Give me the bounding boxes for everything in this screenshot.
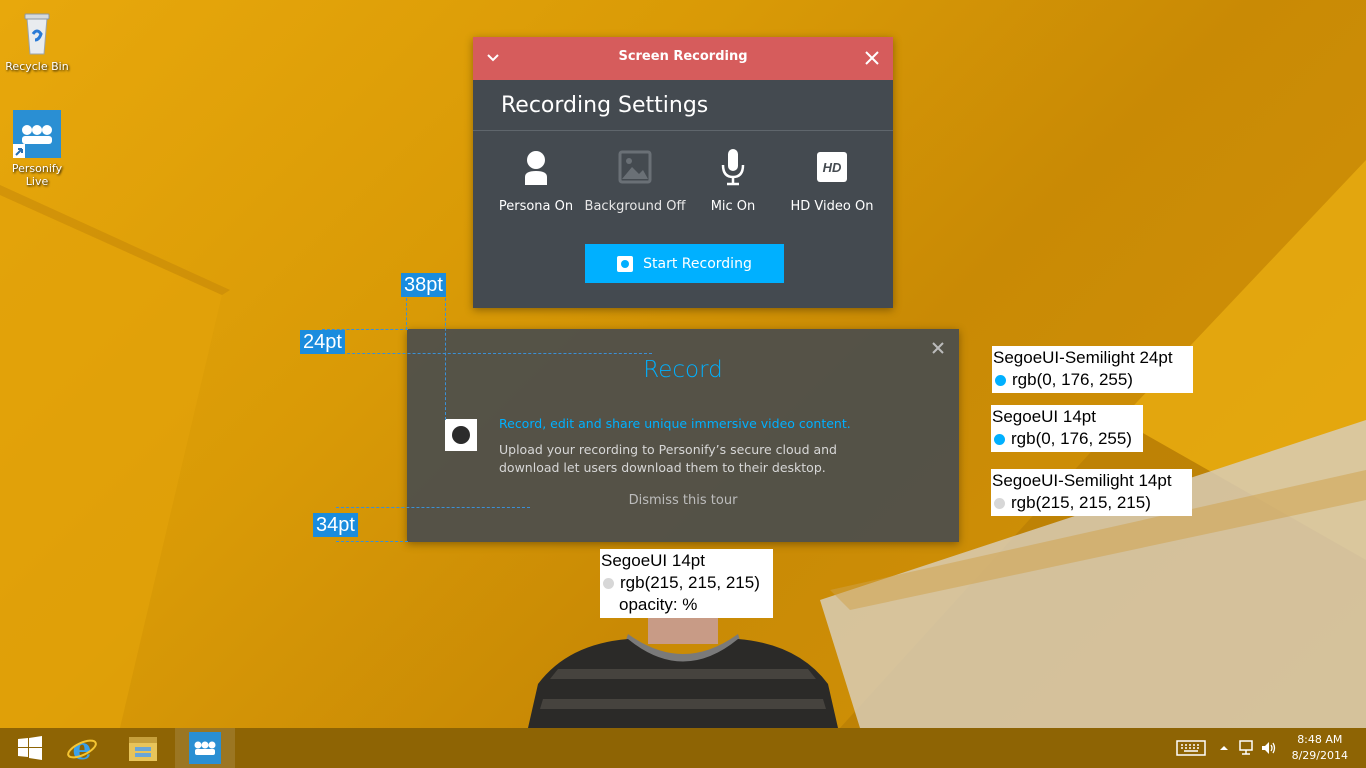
- divider: [473, 130, 893, 131]
- persona-label: Persona On: [498, 199, 574, 214]
- svg-text:e: e: [72, 732, 91, 764]
- record-icon: [445, 419, 477, 451]
- recycle-bin-shortcut[interactable]: Recycle Bin: [5, 8, 69, 73]
- personify-live-icon: [13, 110, 61, 158]
- color-swatch: [994, 433, 1005, 445]
- persona-video-preview: [528, 614, 838, 728]
- measurement-label: 34pt: [313, 513, 358, 537]
- hd-icon-text: HD: [823, 160, 842, 175]
- spec-note-font: SegoeUI-Semilight 14pt: [992, 471, 1172, 490]
- spec-guide-line: [445, 298, 446, 420]
- recycle-bin-label: Recycle Bin: [5, 60, 69, 73]
- spec-note-color: rgb(215, 215, 215): [620, 573, 760, 592]
- hd-video-toggle[interactable]: HD HD Video On: [777, 147, 887, 214]
- dismiss-tour-link[interactable]: Dismiss this tour: [407, 493, 959, 508]
- panel-title: Screen Recording: [618, 49, 748, 64]
- spec-note-opacity: opacity: %: [619, 595, 698, 614]
- spec-note-font: SegoeUI 14pt: [992, 407, 1096, 426]
- spec-guide-line: [322, 353, 652, 354]
- keyboard-icon[interactable]: [1176, 739, 1206, 757]
- spec-guide-line: [406, 298, 407, 330]
- mic-label: Mic On: [710, 199, 756, 214]
- tour-lead-text: Record, edit and share unique immersive …: [499, 416, 851, 431]
- recording-settings-title: Recording Settings: [501, 93, 709, 118]
- file-explorer-button[interactable]: [113, 728, 173, 768]
- color-swatch: [995, 374, 1006, 386]
- screen-recording-panel: Screen Recording Recording Settings Pers…: [473, 37, 893, 308]
- start-recording-label: Start Recording: [643, 255, 752, 272]
- spec-note: SegoeUI 14pt rgb(215, 215, 215) opacity:…: [600, 549, 773, 618]
- persona-icon: [525, 151, 547, 185]
- close-icon[interactable]: [864, 50, 880, 66]
- spec-note-color: rgb(215, 215, 215): [1011, 493, 1151, 512]
- volume-icon[interactable]: [1260, 739, 1278, 757]
- spec-guide-line: [336, 507, 530, 508]
- spec-guide-line: [336, 541, 408, 542]
- personify-live-label-line1: Personify: [11, 162, 63, 175]
- start-button[interactable]: [0, 728, 60, 768]
- clock-date: 8/29/2014: [1291, 749, 1348, 762]
- record-tour-dialog: Record Record, edit and share unique imm…: [407, 329, 959, 542]
- measurement-label: 24pt: [300, 330, 345, 354]
- color-swatch: [994, 497, 1005, 509]
- hd-video-icon: HD: [817, 152, 847, 182]
- internet-explorer-button[interactable]: e: [52, 728, 112, 768]
- taskbar: e 8:48 AM 8/29/2014: [0, 728, 1366, 768]
- start-icon: [18, 736, 42, 760]
- persona-toggle[interactable]: Persona On: [481, 147, 591, 214]
- spec-note-font: SegoeUI 14pt: [601, 551, 705, 570]
- tour-body-text: Upload your recording to Personify’s sec…: [499, 442, 837, 475]
- clock[interactable]: 8:48 AM 8/29/2014: [1292, 732, 1348, 764]
- personify-taskbar-button[interactable]: [175, 728, 235, 768]
- microphone-icon: [721, 149, 745, 186]
- spec-note: SegoeUI-Semilight 14pt rgb(215, 215, 215…: [991, 469, 1192, 516]
- panel-header: Screen Recording: [473, 37, 893, 80]
- spec-note-color: rgb(0, 176, 255): [1011, 429, 1132, 448]
- spec-note-color: rgb(0, 176, 255): [1012, 370, 1133, 389]
- personify-live-label-line2: Live: [25, 175, 49, 188]
- record-icon: [617, 255, 634, 272]
- measurement-label: 38pt: [401, 273, 446, 297]
- file-explorer-icon: [129, 737, 157, 761]
- tour-heading: Record: [643, 357, 723, 383]
- start-recording-button[interactable]: Start Recording: [585, 244, 784, 283]
- background-image-icon: [618, 150, 652, 184]
- show-hidden-icons-icon[interactable]: [1216, 740, 1232, 756]
- personify-icon: [189, 732, 221, 764]
- close-icon[interactable]: [931, 341, 945, 355]
- recycle-bin-icon: [13, 8, 61, 56]
- hd-video-label: HD Video On: [790, 199, 874, 214]
- spec-note: SegoeUI 14pt rgb(0, 176, 255): [991, 405, 1143, 452]
- spec-note: SegoeUI-Semilight 24pt rgb(0, 176, 255): [992, 346, 1193, 393]
- mic-toggle[interactable]: Mic On: [678, 147, 788, 214]
- personify-live-shortcut[interactable]: Personify Live: [5, 110, 69, 188]
- spec-note-font: SegoeUI-Semilight 24pt: [993, 348, 1173, 367]
- background-toggle[interactable]: Background Off: [580, 147, 690, 214]
- color-swatch: [603, 577, 614, 589]
- clock-time: 8:48 AM: [1297, 733, 1343, 746]
- background-label: Background Off: [584, 199, 686, 214]
- system-tray: [1176, 728, 1278, 768]
- network-icon[interactable]: [1238, 739, 1256, 757]
- internet-explorer-icon: e: [67, 732, 97, 764]
